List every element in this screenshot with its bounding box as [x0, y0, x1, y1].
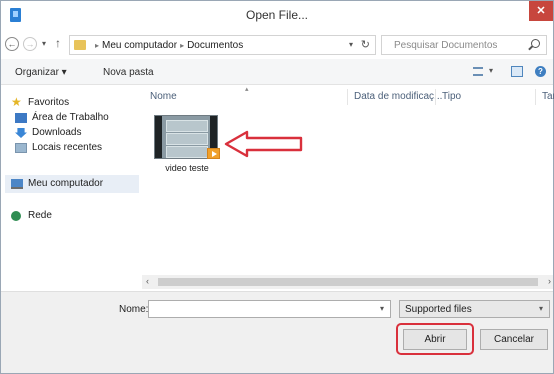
sidebar-item-label: Área de Trabalho	[32, 112, 109, 123]
recent-locations-dropdown-icon[interactable]: ▾	[42, 39, 46, 48]
annotation-arrow-icon	[224, 130, 303, 158]
annotation-highlight-box	[396, 323, 474, 355]
file-name-dropdown-icon[interactable]: ▾	[380, 304, 384, 313]
desktop-icon	[15, 113, 27, 123]
breadcrumb-item-computer[interactable]: Meu computador	[102, 40, 177, 51]
file-name-input[interactable]: ▾	[148, 300, 391, 318]
horizontal-scrollbar[interactable]: ‹ ›	[142, 275, 553, 289]
title-bar: Open File... ✕	[1, 1, 553, 31]
sidebar-item-label: Locais recentes	[32, 142, 103, 153]
address-row: ← → ▾ ↑ ▸ Meu computador ▸ Documentos ▾ ↻ P…	[1, 31, 553, 59]
file-name-label: Nome:	[119, 304, 149, 315]
search-placeholder: Pesquisar Documentos	[394, 40, 498, 51]
film-frame	[166, 120, 208, 132]
scrollbar-thumb[interactable]	[158, 278, 538, 286]
scroll-right-icon[interactable]: ›	[548, 276, 551, 286]
star-icon: ★	[11, 95, 22, 109]
file-type-select[interactable]: Supported files ▾	[399, 300, 550, 318]
file-item-video-teste[interactable]: video teste	[151, 115, 221, 175]
computer-icon	[11, 179, 23, 189]
film-frame	[166, 146, 208, 158]
breadcrumb-item-documents[interactable]: Documentos	[187, 40, 243, 51]
cancel-button[interactable]: Cancelar	[480, 329, 548, 350]
film-strip	[155, 116, 162, 158]
window-title: Open File...	[245, 8, 309, 22]
open-file-dialog: Open File... ✕ ← → ▾ ↑ ▸ Meu computador ▸ D…	[0, 0, 554, 374]
breadcrumb: ▸ Meu computador ▸ Documentos	[92, 40, 243, 51]
back-button[interactable]: ←	[5, 37, 19, 51]
column-divider[interactable]	[435, 89, 436, 105]
column-header-date-modified[interactable]: Data de modificaç...	[354, 91, 442, 102]
scroll-left-icon[interactable]: ‹	[146, 276, 149, 286]
sidebar-item-label: Favoritos	[28, 97, 70, 108]
column-header-type[interactable]: Tipo	[442, 91, 461, 102]
sidebar-item-label: Downloads	[32, 127, 82, 138]
close-button[interactable]: ✕	[529, 1, 553, 21]
file-name-label: video teste	[165, 163, 209, 173]
film-frame	[166, 133, 208, 145]
sidebar-item-label: Rede	[28, 210, 52, 221]
breadcrumb-separator-icon: ▸	[95, 41, 100, 50]
column-divider[interactable]	[347, 89, 348, 105]
column-divider[interactable]	[535, 89, 536, 105]
sort-ascending-icon: ▴	[245, 86, 249, 93]
view-options-dropdown-icon[interactable]: ▾	[489, 66, 493, 75]
file-type-dropdown-icon[interactable]: ▾	[539, 304, 543, 313]
network-icon	[11, 211, 21, 221]
downloads-icon	[15, 128, 27, 138]
refresh-icon[interactable]: ↻	[361, 38, 370, 51]
file-type-value: Supported files	[405, 304, 472, 315]
column-header-name[interactable]: Nome	[150, 91, 177, 102]
file-list: Nome ▴ Data de modificaç... Tipo Tam vid…	[142, 85, 554, 291]
sidebar-item-label: Meu computador	[28, 178, 104, 189]
help-icon[interactable]: ?	[535, 66, 546, 77]
search-icon[interactable]	[531, 39, 540, 48]
new-folder-button[interactable]: Nova pasta	[103, 67, 154, 78]
preview-pane-icon[interactable]	[511, 66, 523, 77]
forward-button[interactable]: →	[23, 37, 37, 51]
navigation-pane: ★ Favoritos Área de Trabalho Downloads L…	[1, 85, 142, 291]
recent-places-icon	[15, 143, 27, 153]
breadcrumb-separator-icon: ▸	[180, 41, 185, 50]
address-bar[interactable]: ▸ Meu computador ▸ Documentos ▾ ↻	[69, 35, 376, 55]
column-header-size[interactable]: Tam	[542, 91, 554, 102]
command-toolbar: Organizar ▾ Nova pasta ▾ ?	[1, 59, 553, 85]
folder-icon	[74, 40, 86, 50]
address-history-dropdown-icon[interactable]: ▾	[349, 40, 353, 49]
dialog-footer: Nome: ▾ Supported files ▾ Abrir Cancelar	[1, 291, 553, 373]
up-button[interactable]: ↑	[55, 36, 61, 50]
search-input[interactable]: Pesquisar Documentos	[381, 35, 547, 55]
organize-menu-button[interactable]: Organizar ▾	[15, 67, 67, 78]
media-play-badge-icon	[207, 148, 220, 159]
change-view-icon[interactable]	[473, 67, 483, 76]
